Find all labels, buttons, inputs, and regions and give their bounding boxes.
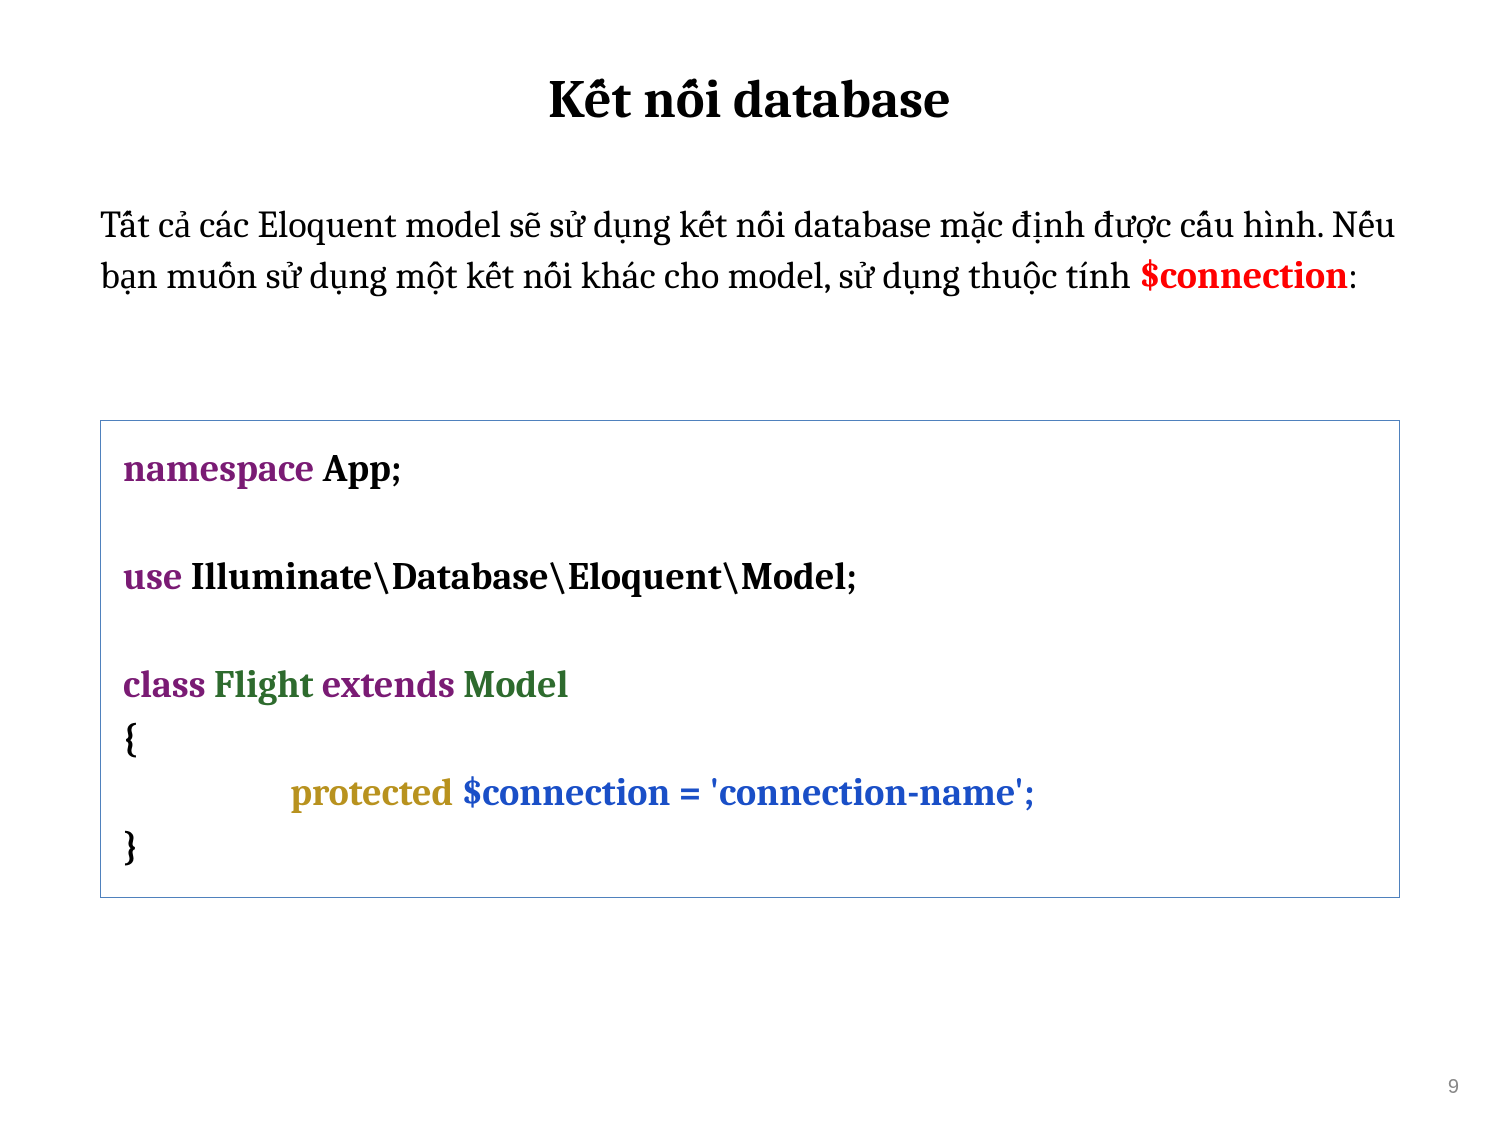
equals: = — [679, 771, 710, 815]
paragraph-post: : — [1348, 254, 1358, 298]
var-connection: $connection — [453, 771, 679, 815]
name-use: Illuminate\Database\Eloquent\Model; — [183, 555, 857, 599]
name-namespace: App; — [314, 447, 401, 491]
code-line-close-brace: } — [123, 821, 1377, 875]
kw-namespace: namespace — [123, 447, 314, 491]
code-line-blank-1 — [123, 497, 1377, 551]
code-line-use: use Illuminate\Database\Eloquent\Model; — [123, 551, 1377, 605]
body-paragraph: Tất cả các Eloquent model sẽ sử dụng kết… — [100, 200, 1410, 303]
code-line-class: class Flight extends Model — [123, 659, 1377, 713]
kw-extends: extends — [322, 663, 455, 707]
kw-use: use — [123, 555, 183, 599]
name-class: Flight — [206, 663, 322, 707]
code-line-namespace: namespace App; — [123, 443, 1377, 497]
slide-title: Kết nối database — [0, 0, 1499, 131]
code-block: namespace App; use Illuminate\Database\E… — [100, 420, 1400, 898]
string-value: 'connection-name' — [710, 771, 1024, 815]
page-number: 9 — [1448, 1076, 1459, 1099]
semicolon: ; — [1024, 771, 1035, 815]
code-line-open-brace: { — [123, 713, 1377, 767]
kw-protected: protected — [290, 771, 453, 815]
paragraph-highlight: $connection — [1139, 254, 1348, 298]
slide: Kết nối database Tất cả các Eloquent mod… — [0, 0, 1499, 1124]
code-line-blank-2 — [123, 605, 1377, 659]
kw-class: class — [123, 663, 206, 707]
code-line-property: protected $connection = 'connection-name… — [123, 767, 1377, 821]
name-model: Model — [455, 663, 569, 707]
